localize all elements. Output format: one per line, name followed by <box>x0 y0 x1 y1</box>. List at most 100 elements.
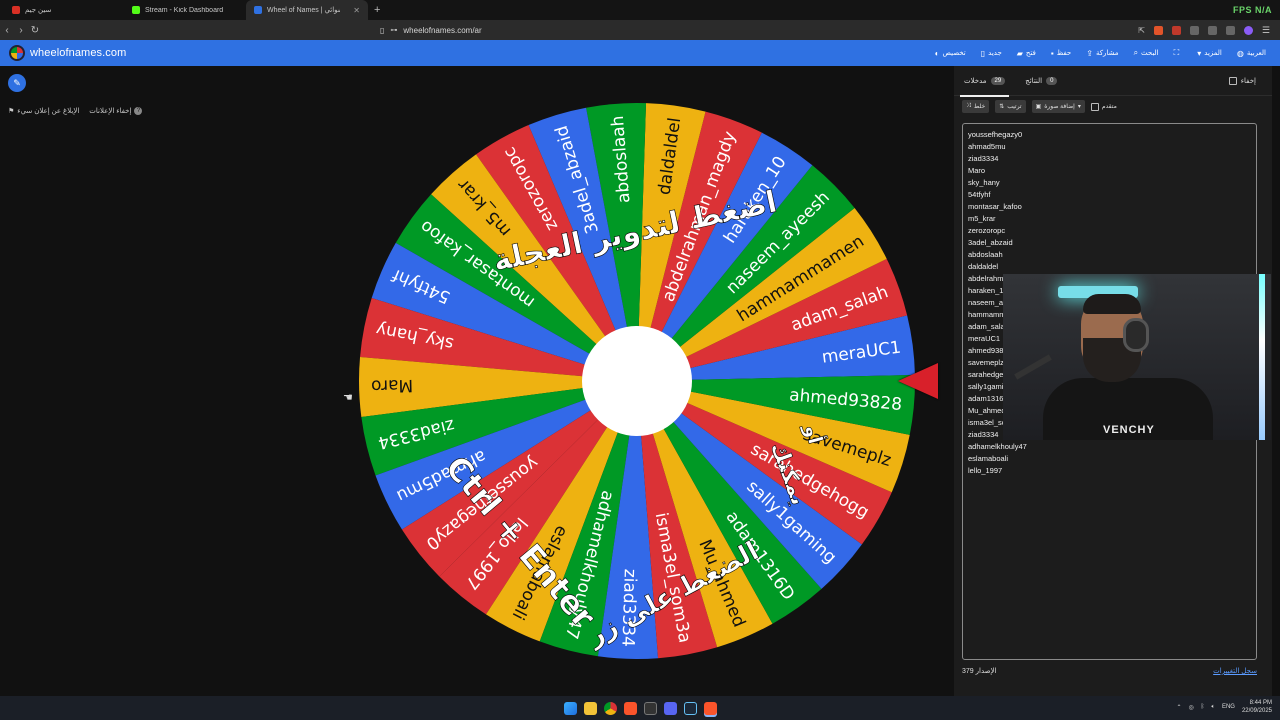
hide-checkbox[interactable] <box>1228 76 1237 85</box>
discord-icon[interactable] <box>663 701 677 715</box>
browser-tab[interactable]: Wheel of Names | اسم العشوائي ✕ <box>246 0 368 20</box>
chevron-down-icon: ▾ <box>1077 104 1081 110</box>
clock-time: 8:44 PM <box>1249 700 1272 706</box>
chevron-down-icon: ▾ <box>1197 48 1202 58</box>
sort-button[interactable]: ⇅ ترتيب <box>995 100 1026 113</box>
site-info-icon[interactable]: ⊶ <box>390 26 397 34</box>
report-ad-label: الإبلاغ عن إعلان سيء <box>17 108 80 115</box>
tab-results[interactable]: النتائج 0 <box>1015 66 1067 96</box>
volume-icon[interactable]: 🔈︎ <box>1211 704 1215 711</box>
tray-chevron-icon[interactable]: ⌃ <box>1176 704 1181 711</box>
extension-icon[interactable] <box>1189 25 1199 35</box>
report-ad-link[interactable]: ⚑ الإبلاغ عن إعلان سيء <box>8 107 79 115</box>
entry-line: abdoslaah <box>968 250 1003 259</box>
shirt-text: VENCHY <box>1103 424 1155 436</box>
edit-button[interactable]: ✎ <box>8 74 26 92</box>
browser-tab[interactable]: سين جيم <box>4 0 124 20</box>
menu-item-label: البحث <box>1141 50 1159 57</box>
menu-item[interactable]: ▯ جديد <box>981 49 1002 58</box>
light-bar <box>1259 274 1265 440</box>
url-text: wheelofnames.com/ar <box>403 25 482 35</box>
taskbar-apps <box>563 701 717 715</box>
wheel[interactable]: meraUC1 adam_salah hammammamen naseem_ayees… <box>357 101 917 661</box>
browser-tab[interactable]: Stream - Kick Dashboard <box>124 0 246 20</box>
menu-item[interactable]: ▾ المزيد <box>1197 49 1222 58</box>
brave-active-icon[interactable] <box>703 701 717 715</box>
advanced-label: متقدم <box>1101 104 1117 110</box>
forward-icon[interactable]: › <box>14 25 28 36</box>
headset-icon <box>1123 318 1149 352</box>
panel-footer: الإصدار 379 سجل التغييرات <box>962 667 1257 675</box>
advanced-toggle[interactable]: متقدم <box>1090 102 1117 111</box>
pencil-icon: ✎ <box>13 77 21 88</box>
tab-favicon-icon <box>254 6 262 14</box>
add-image-button[interactable]: ▣ إضافة صورة ▾ <box>1031 100 1085 113</box>
microphone-arm <box>1014 354 1052 380</box>
clock[interactable]: 8:44 PM 22/09/2025 <box>1242 699 1272 715</box>
profile-icon[interactable] <box>1243 25 1253 35</box>
menu-icon[interactable]: ☰ <box>1262 25 1270 36</box>
entry-line: ziad3334 <box>968 154 999 163</box>
menu-item[interactable]: ◐ تخصيص <box>935 49 966 58</box>
bookmark-icon[interactable]: ▯ <box>380 26 384 35</box>
start-icon[interactable] <box>563 701 577 715</box>
menu-item[interactable]: ⇪ مشاركة <box>1086 49 1118 58</box>
menu-item-label: فتح <box>1025 50 1036 57</box>
back-icon[interactable]: ‹ <box>0 25 14 36</box>
share-page-icon[interactable]: ⇱ <box>1138 26 1145 35</box>
system-tray: ⌃ ◎ ᛒ 🔈︎ ENG 8:44 PM 22/09/2025 <box>1176 699 1272 715</box>
site-header: wheelofnames.com ◐ تخصيص ▯ جديد ▰ فتح ▪ حفظ ⇪ مشا… <box>0 40 1280 66</box>
tab-entries[interactable]: مدخلات 29 <box>954 66 1015 97</box>
extension-icon[interactable] <box>1225 25 1235 35</box>
menu-item[interactable]: ⛶ <box>1174 48 1183 58</box>
wheel-svg[interactable]: meraUC1adam_salahhammammamennaseem_ayees… <box>357 101 917 661</box>
wheel-logo-icon <box>9 45 25 61</box>
flag-icon: ⚑ <box>8 108 15 115</box>
palette-icon: ◐ <box>934 48 940 58</box>
wheel-pointer <box>898 363 938 399</box>
file-explorer-icon[interactable] <box>583 701 597 715</box>
entry-line: 3adel_abzaid <box>968 238 1013 247</box>
close-tab-icon[interactable]: ✕ <box>353 6 360 15</box>
bluetooth-icon[interactable]: ᛒ <box>1201 704 1205 710</box>
tab-title: Wheel of Names | اسم العشوائي <box>267 7 340 14</box>
steam-icon[interactable] <box>683 701 697 715</box>
advanced-checkbox[interactable] <box>1090 102 1099 111</box>
brave-icon[interactable] <box>623 701 637 715</box>
extensions-area: ⇱ ☰ <box>1138 25 1280 36</box>
language-indicator[interactable]: ENG <box>1222 704 1235 710</box>
entry-line: 54tfyhf <box>968 190 991 199</box>
menu-item[interactable]: ⌕ البحث <box>1134 48 1159 58</box>
wheel-center[interactable] <box>582 326 692 436</box>
terminal-icon[interactable] <box>643 701 657 715</box>
rewards-icon[interactable] <box>1171 25 1181 35</box>
menu-item[interactable]: ▰ فتح <box>1017 49 1036 58</box>
sort-label: ترتيب <box>1007 104 1022 110</box>
changelog-link[interactable]: سجل التغييرات <box>1213 667 1257 675</box>
hide-ads-link[interactable]: إخفاء الإعلانات? <box>89 107 143 115</box>
fullscreen-icon: ⛶ <box>1173 48 1180 57</box>
share-icon: ⇪ <box>1086 48 1093 58</box>
tab-list: سين جيم Stream - Kick Dashboard Wheel of N… <box>4 0 368 20</box>
brave-shield-icon[interactable] <box>1153 25 1163 35</box>
shuffle-label: خلط <box>973 104 986 110</box>
reload-icon[interactable]: ↻ <box>28 25 42 36</box>
new-tab-button[interactable]: + <box>368 4 386 16</box>
address-bar[interactable]: ▯ ⊶ wheelofnames.com/ar <box>374 23 894 37</box>
menu-item[interactable]: ◍ العربية <box>1237 49 1266 58</box>
extension-icon[interactable] <box>1207 25 1217 35</box>
hide-panel-toggle[interactable]: إخفاء <box>1228 76 1256 85</box>
chrome-icon[interactable] <box>603 701 617 715</box>
tab-results-label: النتائج <box>1025 77 1043 85</box>
menu-item-label: تخصيص <box>942 50 966 57</box>
panel-tabs: مدخلات 29 النتائج 0 إخفاء <box>954 66 1272 97</box>
network-icon[interactable]: ◎ <box>1188 704 1193 711</box>
shuffle-button[interactable]: ⤨ خلط <box>962 100 990 113</box>
tab-favicon-icon <box>132 6 140 14</box>
menu-item[interactable]: ▪ حفظ <box>1051 49 1071 58</box>
header-menu: ◐ تخصيص ▯ جديد ▰ فتح ▪ حفظ ⇪ مشاركة ⌕ البحث ⛶ ▾ المزيد… <box>935 48 1280 58</box>
globe-icon: ◍ <box>1236 48 1244 58</box>
entry-line: sky_hany <box>968 178 1000 187</box>
help-icon: ? <box>134 107 143 115</box>
site-logo[interactable]: wheelofnames.com <box>9 45 126 61</box>
